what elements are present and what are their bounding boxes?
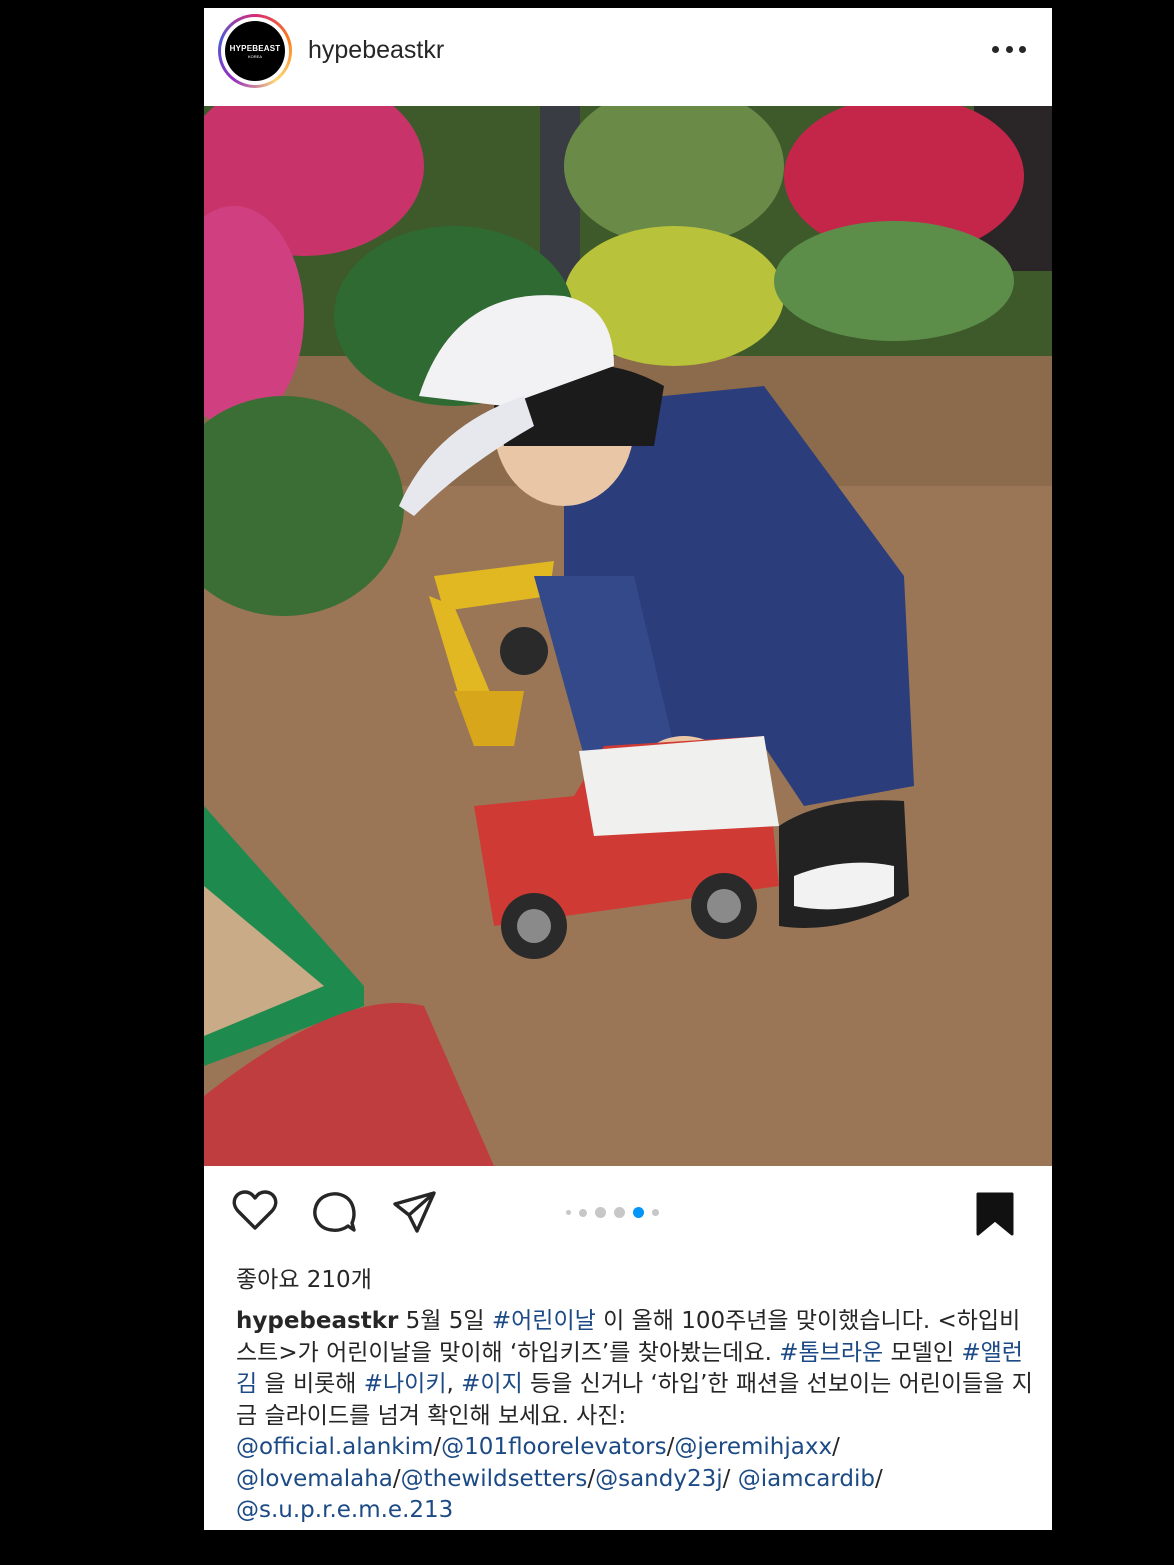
avatar-logo-text: HYPEBEAST [229, 43, 281, 53]
caption-text-segment: / [587, 1465, 596, 1492]
carousel-dot-active [633, 1207, 644, 1218]
instagram-post: HYPEBEAST KOREA hypebeastkr 좋아요 210개 hyp… [204, 8, 1052, 1530]
hashtag-link[interactable]: #톰브라운 [779, 1340, 883, 1366]
mention-link[interactable]: @thewildsetters [401, 1466, 588, 1492]
caption-text-segment: / [392, 1465, 401, 1492]
caption-text-segment: 모델인 [883, 1339, 962, 1366]
like-count[interactable]: 좋아요 210개 [236, 1260, 372, 1294]
mention-link[interactable]: @s.u.p.r.e.m.e.213 [236, 1497, 453, 1523]
caption-text-segment: / [832, 1434, 840, 1460]
hashtag-link[interactable]: #어린이날 [492, 1308, 596, 1334]
caption-username[interactable]: hypebeastkr [236, 1308, 398, 1334]
caption-text-segment: 5월 5일 [398, 1308, 492, 1334]
carousel-indicator [566, 1207, 659, 1218]
mention-link[interactable]: @iamcardib [738, 1466, 875, 1492]
send-icon[interactable] [392, 1190, 438, 1238]
caption-text-segment: / [722, 1465, 738, 1492]
carousel-dot [595, 1207, 606, 1218]
caption-text-segment: , [446, 1371, 462, 1397]
post-photo [204, 106, 1052, 1166]
avatar-logo: HYPEBEAST KOREA [225, 21, 285, 81]
hashtag-link[interactable]: #이지 [461, 1371, 523, 1397]
caption-text-segment: / [433, 1434, 442, 1460]
mention-link[interactable]: @official.alankim [236, 1434, 433, 1460]
avatar[interactable]: HYPEBEAST KOREA [218, 14, 292, 88]
post-image[interactable] [204, 106, 1052, 1166]
header-username[interactable]: hypebeastkr [308, 36, 444, 65]
avatar-logo-subtext: KOREA [247, 53, 262, 59]
caption-text: 5월 5일 #어린이날 이 올해 100주년을 맞이했습니다. <하입비스트>가… [236, 1308, 1033, 1523]
hashtag-link[interactable]: #나이키 [364, 1371, 447, 1397]
mention-link[interactable]: @101floorelevators [441, 1434, 666, 1460]
mention-link[interactable]: @sandy23j [595, 1466, 723, 1492]
carousel-dot [652, 1209, 659, 1216]
mention-link[interactable]: @jeremihjaxx [674, 1434, 832, 1460]
carousel-dot [579, 1208, 587, 1217]
comment-icon[interactable] [312, 1190, 358, 1238]
carousel-dot [566, 1210, 571, 1215]
post-header: HYPEBEAST KOREA hypebeastkr [204, 8, 1052, 106]
mention-link[interactable]: @lovemalaha [236, 1466, 393, 1492]
caption-text-segment: / [874, 1465, 883, 1492]
heart-icon[interactable] [232, 1190, 278, 1236]
carousel-dot [614, 1207, 625, 1218]
more-icon[interactable] [992, 42, 1026, 56]
post-caption: hypebeastkr 5월 5일 #어린이날 이 올해 100주년을 맞이했습… [236, 1306, 1036, 1527]
bookmark-icon[interactable] [976, 1192, 1014, 1240]
caption-text-segment: 을 비롯해 [257, 1371, 364, 1397]
